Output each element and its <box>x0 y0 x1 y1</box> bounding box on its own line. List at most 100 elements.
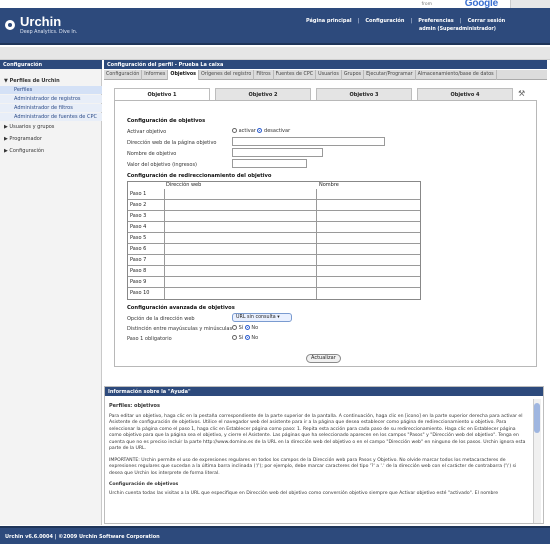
help-scroll-thumb[interactable] <box>534 403 540 433</box>
activate-radio-group: activar desactivar <box>232 128 290 134</box>
table-row: Paso 2 <box>128 200 420 211</box>
sidebar-item-log-manager[interactable]: Administrador de registros <box>0 95 102 103</box>
tab-grupos[interactable]: Grupos <box>342 70 365 80</box>
help-paragraph: Para editar un objetivo, haga clic en la… <box>109 413 526 452</box>
sidebar-section-profiles[interactable]: ▼ Perfiles de Urchin <box>0 77 102 85</box>
step-name-input[interactable] <box>317 288 420 299</box>
help-paragraph: Urchin cuenta todas las visitas a la URL… <box>109 490 499 496</box>
step-url-input[interactable] <box>164 200 317 211</box>
step-name-input[interactable] <box>317 189 420 200</box>
activate-on-radio[interactable] <box>232 128 237 133</box>
step-name-input[interactable] <box>317 233 420 244</box>
table-row: Paso 8 <box>128 266 420 277</box>
activate-off-radio[interactable] <box>257 128 263 133</box>
tab-filtros[interactable]: Filtros <box>254 70 274 80</box>
sidebar-item-profiles[interactable]: Perfiles <box>0 86 102 94</box>
step1-yes-radio[interactable] <box>232 335 237 340</box>
step-url-input[interactable] <box>164 255 317 266</box>
nav-logout[interactable]: Cerrar sesión <box>468 18 506 24</box>
chevron-down-icon: ▾ <box>277 315 280 320</box>
case-no-radio[interactable] <box>244 325 250 330</box>
step-name-input[interactable] <box>317 266 420 277</box>
sidebar-section-scheduler[interactable]: ▶ Programador <box>0 135 102 143</box>
help-panel: Información sobre la "Ayuda" Perfiles: o… <box>104 386 544 524</box>
advanced-heading: Configuración avanzada de objetivos <box>127 305 235 311</box>
nav-prefs[interactable]: Preferencias <box>418 18 454 24</box>
redirect-heading: Configuración de redireccionamiento del … <box>127 173 272 179</box>
tab-objetivo-3[interactable]: Objetivo 3 <box>316 88 412 100</box>
tab-objetivo-1[interactable]: Objetivo 1 <box>114 88 210 100</box>
sidebar-item-cpc-manager[interactable]: Administrador de fuentes de CPC <box>0 113 102 121</box>
case-yes-radio[interactable] <box>232 325 237 330</box>
step-url-input[interactable] <box>164 211 317 222</box>
table-row: Paso 5 <box>128 233 420 244</box>
table-row: Paso 3 <box>128 211 420 222</box>
content-title: Configuración del perfil - Prueba La cai… <box>104 60 547 69</box>
activate-label: Activar objetivo <box>127 129 167 135</box>
table-row: Paso 4 <box>128 222 420 233</box>
objective-tabs: Objetivo 1 Objetivo 2 Objetivo 3 Objetiv… <box>114 88 524 100</box>
goal-url-label: Dirección web de la página objetivo <box>127 140 217 146</box>
sidebar-section-config[interactable]: ▶ Configuración <box>0 147 102 155</box>
help-paragraph: IMPORTANTE: Urchin permite el uso de exp… <box>109 457 517 476</box>
footer: Urchin v6.6.0004 | ©2009 Urchin Software… <box>0 526 550 544</box>
table-row: Paso 10 <box>128 288 420 299</box>
case-sensitive-label: Distinción entre mayúsculas y minúsculas <box>127 326 233 332</box>
help-body: Perfiles: objetivos Para editar un objet… <box>109 403 529 497</box>
tab-cpc[interactable]: Fuentes de CPC <box>274 70 317 80</box>
app-header: Urchin Deep Analytics. Dive In. Página p… <box>0 8 550 45</box>
step-name-input[interactable] <box>317 211 420 222</box>
brand-tagline: Deep Analytics. Dive In. <box>20 30 78 35</box>
table-row: Paso 1 <box>128 189 420 200</box>
case-radio-group: Sí No <box>232 325 258 331</box>
step-url-input[interactable] <box>164 288 317 299</box>
google-logo: Google <box>464 0 498 9</box>
main-content: Configuración del perfil - Prueba La cai… <box>104 60 550 380</box>
goal-url-input[interactable] <box>232 137 385 146</box>
profile-tabs: Configuración Informes Objetivos Orígene… <box>104 70 547 80</box>
tab-configuracion[interactable]: Configuración <box>104 70 143 80</box>
brand-name: Urchin <box>20 14 62 29</box>
sidebar-item-filter-manager[interactable]: Administrador de filtros <box>0 104 102 112</box>
tab-objetivo-4[interactable]: Objetivo 4 <box>417 88 513 100</box>
step-name-input[interactable] <box>317 255 420 266</box>
from-label: from <box>421 2 432 7</box>
step-url-input[interactable] <box>164 277 317 288</box>
step-url-input[interactable] <box>164 189 317 200</box>
help-title: Información sobre la "Ayuda" <box>105 387 543 396</box>
step-url-input[interactable] <box>164 222 317 233</box>
tab-usuarios[interactable]: Usuarios <box>316 70 342 80</box>
toolbar-button[interactable] <box>510 0 550 8</box>
step-url-input[interactable] <box>164 244 317 255</box>
step1-no-radio[interactable] <box>244 335 250 340</box>
update-button[interactable]: Actualizar <box>306 354 341 363</box>
sidebar-section-users[interactable]: ▶ Usuarios y grupos <box>0 123 102 131</box>
goal-wizard-icon[interactable]: ⚒ <box>518 89 525 98</box>
help-section-title: Perfiles: objetivos <box>109 403 160 409</box>
help-section-title: Configuración de objetivos <box>109 482 179 487</box>
tab-objetivos[interactable]: Objetivos <box>168 70 200 80</box>
tab-informes[interactable]: Informes <box>142 70 169 80</box>
goal-name-input[interactable] <box>232 148 323 157</box>
step-name-input[interactable] <box>317 277 420 288</box>
step-name-input[interactable] <box>317 222 420 233</box>
tab-almacenamiento[interactable]: Almacenamiento/base de datos <box>416 70 497 80</box>
table-row: Paso 7 <box>128 255 420 266</box>
step-name-input[interactable] <box>317 200 420 211</box>
tab-objetivo-2[interactable]: Objetivo 2 <box>215 88 311 100</box>
nav-home[interactable]: Página principal <box>306 18 352 24</box>
top-nav: Página principal | Configuración | Prefere… <box>306 18 506 24</box>
tab-ejecutar[interactable]: Ejecutar/Programar <box>364 70 416 80</box>
goal-value-input[interactable] <box>232 159 307 168</box>
step-url-input[interactable] <box>164 266 317 277</box>
tab-origenes[interactable]: Orígenes del registro <box>199 70 255 80</box>
sidebar: Configuración ▼ Perfiles de Urchin Perfi… <box>0 60 102 525</box>
current-user: admin (Superadministrador) <box>419 27 496 32</box>
step-name-input[interactable] <box>317 244 420 255</box>
steps-header: Dirección web Nombre <box>128 182 420 189</box>
nav-config[interactable]: Configuración <box>365 18 404 24</box>
goal-value-label: Valor del objetivo (ingresos) <box>127 162 197 168</box>
table-row: Paso 6 <box>128 244 420 255</box>
url-option-select[interactable]: URL sin consulta ▾ <box>232 313 292 322</box>
step-url-input[interactable] <box>164 233 317 244</box>
